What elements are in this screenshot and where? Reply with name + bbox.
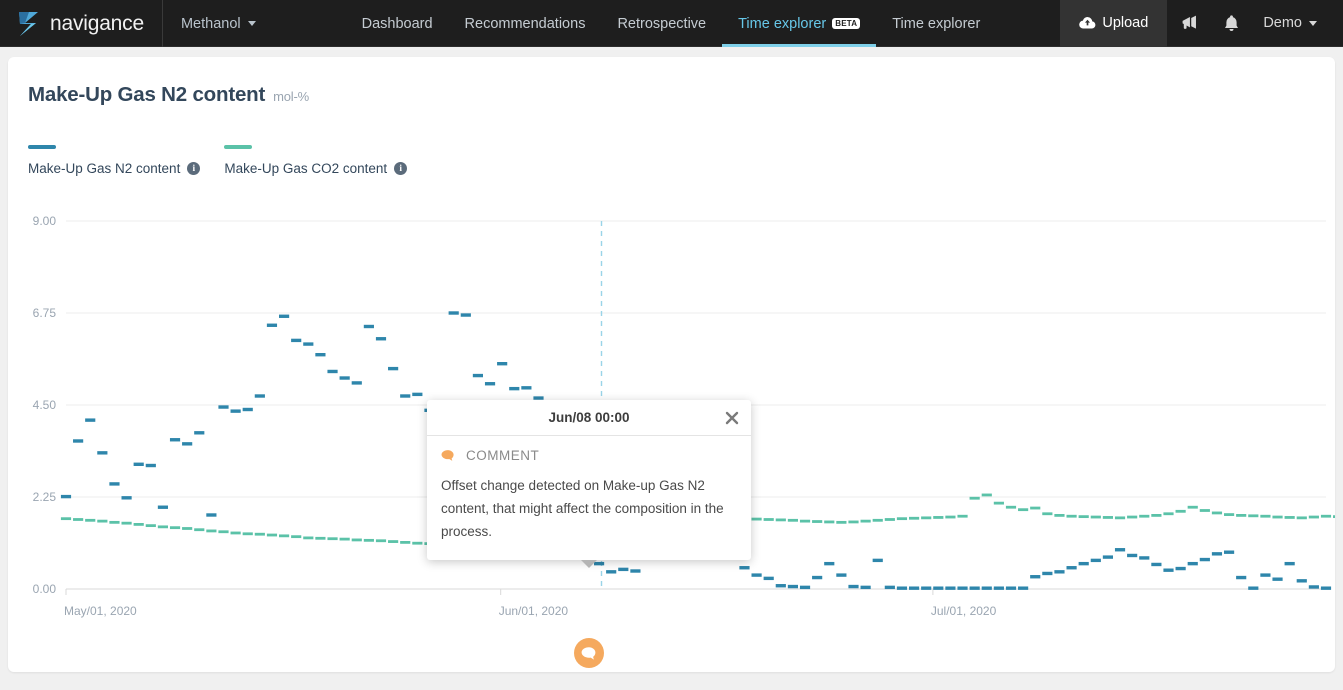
page-title: Make-Up Gas N2 content mol-% <box>28 83 309 107</box>
top-navigation-bar: navigance Methanol Dashboard Recommendat… <box>0 0 1343 47</box>
comment-bubble-icon <box>441 450 454 461</box>
nav-item-label: Recommendations <box>464 15 586 32</box>
nav-item-label: Time explorer <box>892 15 981 32</box>
chart-title-text: Make-Up Gas N2 content <box>28 83 266 106</box>
comment-tooltip-text: Offset change detected on Make-up Gas N2… <box>441 478 724 540</box>
svg-text:2.25: 2.25 <box>33 490 57 504</box>
legend-swatch-co2 <box>224 145 253 149</box>
close-icon[interactable] <box>725 411 739 425</box>
legend-swatch-n2 <box>28 145 56 149</box>
plant-selector[interactable]: Methanol <box>163 0 274 47</box>
svg-text:6.75: 6.75 <box>33 306 57 320</box>
nav-item-dashboard[interactable]: Dashboard <box>346 0 449 47</box>
svg-text:9.00: 9.00 <box>33 214 57 228</box>
main-nav-links: Dashboard Recommendations Retrospective … <box>346 0 997 47</box>
legend-label-co2: Make-Up Gas CO2 content <box>224 161 388 176</box>
comment-tooltip-header: Jun/08 00:00 <box>427 400 751 436</box>
info-icon[interactable]: i <box>394 162 408 175</box>
comment-tooltip-arrow <box>581 559 597 568</box>
chart-unit-label: mol-% <box>273 89 309 104</box>
chart-x-axis-ticks: May/01, 2020 Jun/01, 2020 Jul/01, 2020 <box>64 604 997 618</box>
nav-item-time-explorer-beta[interactable]: Time explorer BETA <box>722 0 877 47</box>
user-menu-label: Demo <box>1263 15 1302 31</box>
chevron-down-icon <box>247 21 256 26</box>
upload-button-label: Upload <box>1102 15 1149 31</box>
chart-legend: Make-Up Gas N2 content i Make-Up Gas CO2… <box>28 145 408 176</box>
svg-text:Jun/01, 2020: Jun/01, 2020 <box>499 604 569 618</box>
user-menu[interactable]: Demo <box>1253 0 1329 47</box>
navigance-logo-icon <box>19 11 38 36</box>
legend-item-n2[interactable]: Make-Up Gas N2 content i <box>28 145 201 176</box>
legend-item-co2[interactable]: Make-Up Gas CO2 content i <box>224 145 408 176</box>
info-icon[interactable]: i <box>187 162 201 175</box>
time-explorer-chart-card: Make-Up Gas N2 content mol-% Make-Up Gas… <box>8 57 1335 672</box>
comment-tooltip-popup: Jun/08 00:00 COMMENT Offset change detec… <box>427 400 751 568</box>
nav-item-label: Dashboard <box>361 15 433 32</box>
comment-tooltip-kind-label: COMMENT <box>466 448 540 463</box>
comment-tooltip-body: COMMENT Offset change detected on Make-u… <box>427 436 751 560</box>
chart-x-tickmarks <box>65 589 934 595</box>
svg-text:May/01, 2020: May/01, 2020 <box>64 604 137 618</box>
chevron-down-icon <box>1309 20 1317 26</box>
nav-item-recommendations[interactable]: Recommendations <box>449 0 602 47</box>
nav-item-label: Retrospective <box>617 15 707 32</box>
brand-logo-link[interactable]: navigance <box>0 0 163 47</box>
announcements-button[interactable] <box>1169 0 1209 47</box>
notifications-button[interactable] <box>1211 0 1251 47</box>
cloud-upload-icon <box>1079 17 1096 29</box>
comment-marker[interactable] <box>574 638 604 668</box>
comment-bubble-marker-icon <box>581 646 596 660</box>
legend-label-n2-wrap: Make-Up Gas N2 content i <box>28 161 201 176</box>
comment-tooltip-title: Jun/08 00:00 <box>548 410 630 425</box>
svg-text:Jul/01, 2020: Jul/01, 2020 <box>931 604 997 618</box>
upload-button[interactable]: Upload <box>1060 0 1168 47</box>
plant-selector-label: Methanol <box>180 15 241 32</box>
nav-item-retrospective[interactable]: Retrospective <box>601 0 722 47</box>
nav-item-time-explorer[interactable]: Time explorer <box>876 0 996 47</box>
chart-y-axis-ticks: 0.00 2.25 4.50 6.75 9.00 <box>33 214 57 596</box>
legend-label-co2-wrap: Make-Up Gas CO2 content i <box>224 161 408 176</box>
bell-icon <box>1224 14 1238 31</box>
brand-name: navigance <box>50 11 144 35</box>
megaphone-icon <box>1182 15 1196 29</box>
svg-text:4.50: 4.50 <box>33 398 57 412</box>
nav-right-actions: Upload Demo <box>1060 0 1343 47</box>
svg-text:0.00: 0.00 <box>33 582 57 596</box>
beta-badge: BETA <box>832 17 861 30</box>
nav-item-label: Time explorer <box>738 15 827 32</box>
comment-tooltip-kind: COMMENT <box>441 448 737 463</box>
legend-label-n2: Make-Up Gas N2 content <box>28 161 181 176</box>
